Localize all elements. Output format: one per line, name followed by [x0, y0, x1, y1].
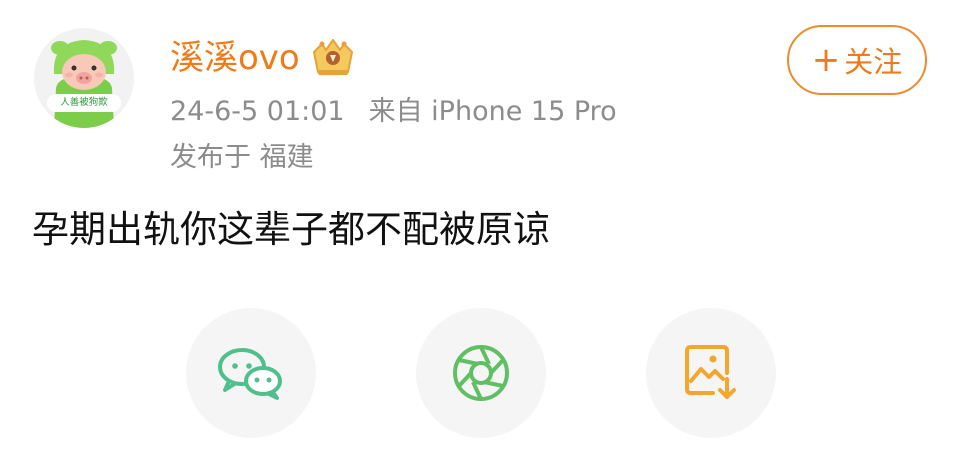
post-content: 孕期出轨你这辈子都不配被原谅 — [32, 208, 550, 251]
post-meta: 24-6-5 01:01 来自 iPhone 15 Pro — [170, 92, 617, 132]
follow-button[interactable]: + 关注 — [787, 25, 927, 95]
share-wechat-button[interactable] — [186, 308, 316, 438]
username-row: 溪溪ovo — [170, 34, 356, 82]
wechat-icon — [218, 348, 282, 400]
post-location: 发布于 福建 — [170, 142, 314, 173]
plus-icon: + — [811, 40, 841, 80]
avatar[interactable]: 人善被狗欺 — [34, 28, 134, 128]
avatar-pig-icon — [34, 28, 134, 128]
share-moments-button[interactable] — [416, 308, 546, 438]
vip-crown-icon[interactable] — [310, 36, 356, 80]
avatar-badge: 人善被狗欺 — [47, 94, 121, 112]
save-image-icon — [685, 345, 736, 399]
follow-label: 关注 — [844, 45, 903, 79]
moments-icon — [453, 345, 509, 401]
username[interactable]: 溪溪ovo — [170, 34, 300, 82]
save-image-button[interactable] — [646, 308, 776, 438]
post-source: 来自 iPhone 15 Pro — [368, 96, 617, 127]
post-timestamp: 24-6-5 01:01 — [170, 96, 345, 127]
